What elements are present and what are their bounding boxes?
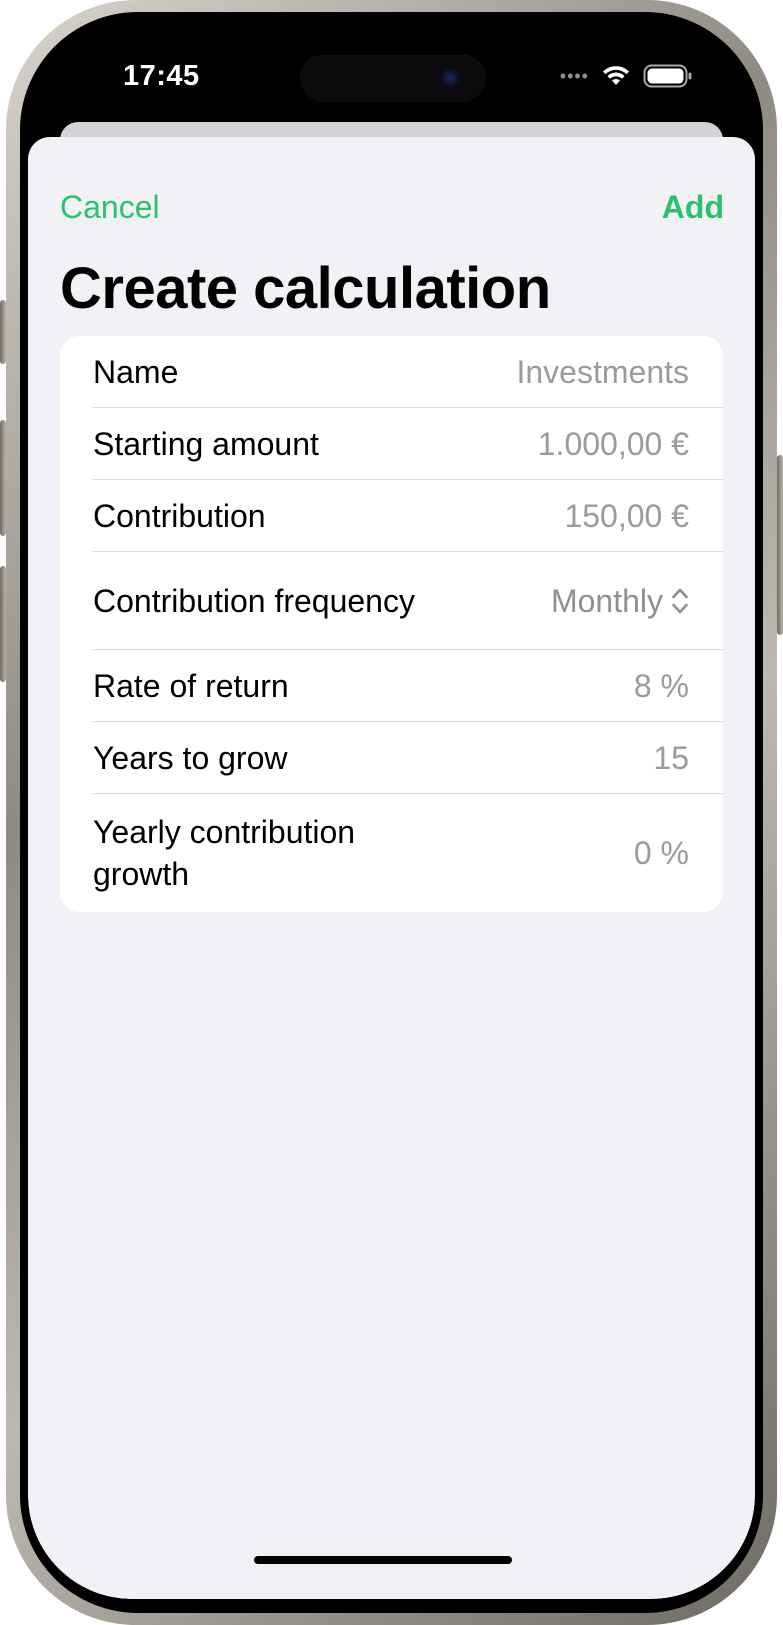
form-row-contribution-frequency: Contribution frequency Monthly xyxy=(60,552,723,650)
form-row-contribution: Contribution xyxy=(60,480,723,552)
volume-down-button xyxy=(0,566,6,682)
battery-icon xyxy=(643,64,692,88)
form-row-starting-amount: Starting amount xyxy=(60,408,723,480)
starting-amount-label: Starting amount xyxy=(93,426,319,462)
home-indicator[interactable] xyxy=(254,1556,512,1564)
cellular-dots-icon: •••• xyxy=(559,66,589,86)
contribution-frequency-value: Monthly xyxy=(550,582,663,619)
starting-amount-input[interactable] xyxy=(389,425,689,463)
contribution-frequency-picker[interactable]: Monthly xyxy=(551,583,689,620)
action-button xyxy=(0,300,6,364)
form-row-years-to-grow: Years to grow xyxy=(60,722,723,794)
calculation-form: Name Starting amount Contribution Contri… xyxy=(60,336,723,912)
contribution-input[interactable] xyxy=(389,497,689,535)
status-time: 17:45 xyxy=(123,60,200,92)
wifi-icon xyxy=(603,66,629,85)
form-row-rate-of-return: Rate of return xyxy=(60,650,723,722)
name-input[interactable] xyxy=(389,353,689,391)
screen: 17:45 •••• Cancel Add Create calculation… xyxy=(28,26,755,1599)
front-camera-icon xyxy=(440,68,460,88)
contribution-label: Contribution xyxy=(93,498,266,534)
rate-of-return-input[interactable] xyxy=(389,667,689,705)
years-to-grow-label: Years to grow xyxy=(93,740,288,776)
power-button xyxy=(777,455,783,635)
yearly-contribution-growth-label: Yearly contribution growth xyxy=(93,814,356,892)
cancel-button[interactable]: Cancel xyxy=(60,189,160,226)
volume-up-button xyxy=(0,420,6,536)
form-row-name: Name xyxy=(60,336,723,408)
status-indicators: •••• xyxy=(560,64,693,88)
chevron-up-down-icon xyxy=(672,588,688,614)
add-button[interactable]: Add xyxy=(662,189,724,226)
years-to-grow-input[interactable] xyxy=(389,739,689,777)
create-calculation-sheet: Cancel Add Create calculation Name Start… xyxy=(28,137,755,1599)
yearly-contribution-growth-input[interactable] xyxy=(389,834,689,872)
contribution-frequency-label: Contribution frequency xyxy=(93,583,415,619)
form-row-yearly-contribution-growth: Yearly contribution growth xyxy=(60,794,723,912)
name-label: Name xyxy=(93,354,179,390)
dynamic-island xyxy=(300,54,486,102)
rate-of-return-label: Rate of return xyxy=(93,668,289,704)
page-title: Create calculation xyxy=(60,256,551,321)
